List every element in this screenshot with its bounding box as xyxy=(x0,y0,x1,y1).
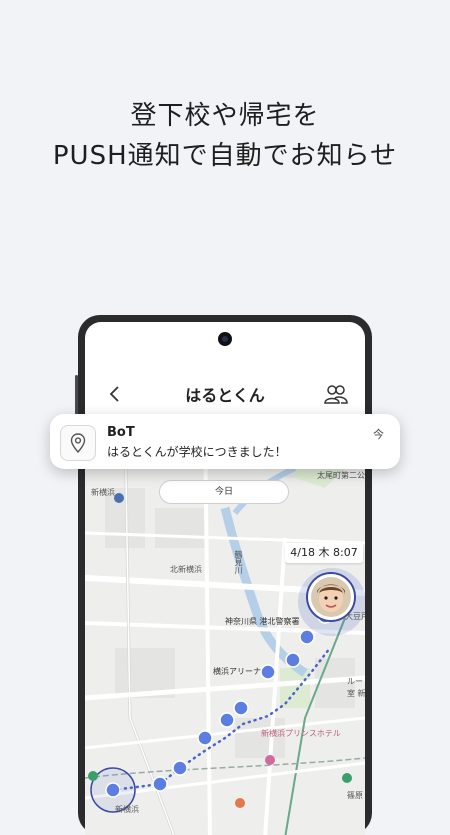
map-view[interactable]: 今日 4/18 木 8:07 新横浜 北新横浜 鶴見川 神奈川県 港北警察署 横… xyxy=(85,418,365,835)
notification-message: はるとくんが学校につきました！ xyxy=(107,445,287,459)
map-label-lumine-2: 室 新 xyxy=(347,689,365,698)
headline-line-2: PUSH通知で自動でお知らせ xyxy=(52,141,398,171)
phone-screen: はるとくん 今日 4/18 木 8:07 新横浜 北新横浜 鶴見川 神奈川県 港… xyxy=(85,322,365,835)
map-label-arena: 横浜アリーナ xyxy=(213,667,261,676)
map-label-station: 新横浜 xyxy=(91,488,115,497)
map-label-kita-shin-yokohama: 北新横浜 xyxy=(170,565,202,574)
members-button[interactable] xyxy=(321,380,351,408)
push-notification[interactable]: BoT はるとくんが学校につきました！ 今 xyxy=(50,414,400,469)
location-pin-icon xyxy=(70,433,86,453)
location-timestamp: 4/18 木 8:07 xyxy=(285,543,363,563)
map-label-police: 神奈川県 港北警察署 xyxy=(225,617,300,626)
map-label-shinohara: 篠原 xyxy=(347,791,363,800)
map-label-oto: 大豆戸 xyxy=(345,612,365,621)
map-label-shinyokohama: 新横浜 xyxy=(115,805,139,814)
date-selector[interactable]: 今日 xyxy=(159,480,289,504)
phone-frame: はるとくん 今日 4/18 木 8:07 新横浜 北新横浜 鶴見川 神奈川県 港… xyxy=(75,315,372,835)
headline-line-1: 登下校や帰宅を xyxy=(130,101,320,131)
map-label-river: 鶴見川 xyxy=(234,550,243,574)
phone-side-button xyxy=(75,375,78,415)
notification-time: 今 xyxy=(373,428,384,441)
headline: 登下校や帰宅を PUSH通知で自動でお知らせ xyxy=(0,96,450,176)
app-bar: はるとくん xyxy=(85,372,365,416)
map-label-lumine: ルー xyxy=(347,677,363,686)
notification-app-name: BoT xyxy=(107,425,135,440)
map-label-prince-hotel: 新横浜プリンスホテル xyxy=(261,729,341,738)
app-icon xyxy=(60,425,96,461)
front-camera xyxy=(218,332,232,346)
people-icon xyxy=(324,385,348,404)
map-label-tahoocho: 太尾町第二公 xyxy=(317,471,365,480)
